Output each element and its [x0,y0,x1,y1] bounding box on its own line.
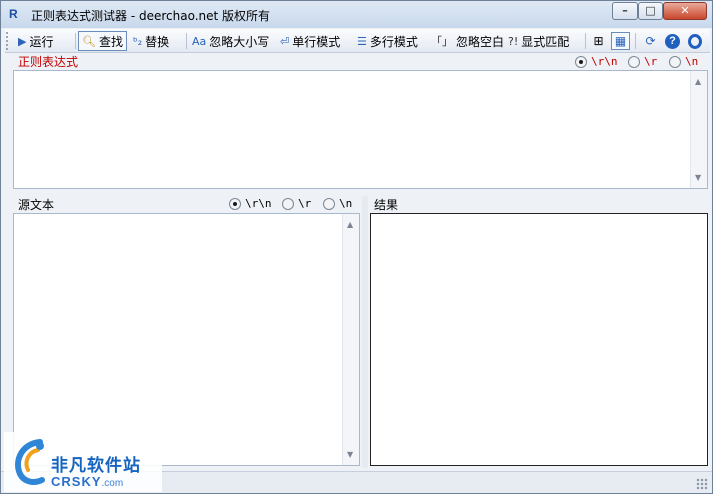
toolbar-divider [635,33,636,49]
multi-line-button[interactable]: ☰ 多行模式 [354,31,421,51]
source-scrollbar[interactable]: ▲ ▼ [342,214,359,465]
find-button[interactable]: 🔍︎ 查找 [78,31,127,51]
replace-label: 替换 [145,34,170,49]
source-newline-lf-label: \n [339,197,353,210]
tree-view-button[interactable]: ⊞ [589,32,608,50]
toolbar: ▶ 运行 🔍︎ 查找 ᵇ₂ 替换 Aa 忽略大小写 ⏎ 单行模式 ☰ 多行模式 … [5,29,710,53]
refresh-icon: ⟳ [645,34,656,48]
watermark-en: CRSKY.com [51,474,123,489]
refresh-button[interactable]: ⟳ [641,32,660,50]
scroll-down-icon[interactable]: ▼ [347,450,353,459]
single-line-label: 单行模式 [292,34,341,49]
single-line-button[interactable]: ⏎ 单行模式 [277,31,343,51]
help-button[interactable]: ? [663,32,682,50]
ignore-case-label: 忽略大小写 [209,34,270,49]
watermark-cn: 非凡软件站 [51,456,141,476]
radio-icon [229,197,241,210]
info-button[interactable] [685,32,704,50]
regex-newline-lf[interactable]: \n [669,55,698,68]
grid-view-icon: ▦ [614,34,627,48]
run-label: 运行 [29,34,54,49]
crsky-logo-icon [15,439,45,485]
radio-icon [282,197,294,210]
scroll-up-icon[interactable]: ▲ [695,77,701,86]
scroll-down-icon[interactable]: ▼ [695,173,701,182]
source-newline-cr-label: \r [298,197,312,210]
case-icon: Aa [192,34,207,48]
replace-icon: ᵇ₂ [133,34,143,48]
source-newline-lf[interactable]: \n [323,197,352,210]
ignore-case-button[interactable]: Aa 忽略大小写 [189,31,272,51]
ignore-whitespace-button[interactable]: 「」 忽略空白 [428,31,507,51]
explicit-capture-button[interactable]: ?! 显式匹配 [505,31,572,51]
close-button[interactable]: ✕ [663,2,707,20]
resize-grip-icon[interactable] [696,478,708,490]
info-icon [687,33,702,49]
multi-line-icon: ☰ [357,34,367,48]
watermark-en-main: CRSKY [51,474,102,489]
source-newline-crlf[interactable]: \r\n [229,197,272,210]
regex-newline-crlf[interactable]: \r\n [575,55,618,68]
regex-input[interactable]: ▲ ▼ [13,70,708,189]
regex-newline-cr[interactable]: \r [628,55,657,68]
multi-line-label: 多行模式 [369,34,418,49]
explicit-capture-label: 显式匹配 [521,34,570,49]
regex-newline-cr-label: \r [644,55,658,68]
replace-button[interactable]: ᵇ₂ 替换 [130,31,172,51]
find-label: 查找 [98,34,123,49]
maximize-button[interactable]: □ [638,2,663,20]
minimize-icon: – [622,4,628,17]
whitespace-icon: 「」 [431,35,453,48]
close-icon: ✕ [680,4,690,17]
results-label: 结果 [374,198,399,212]
regex-newline-crlf-label: \r\n [591,55,618,68]
toolbar-divider [186,33,187,49]
window-title: 正则表达式测试器 - deerchao.net 版权所有 [31,9,271,23]
toolbar-divider [585,33,586,49]
source-label: 源文本 [18,198,55,212]
pane-splitter[interactable] [362,196,368,468]
title-bar[interactable]: R 正则表达式测试器 - deerchao.net 版权所有 – □ ✕ [1,1,712,28]
magnifier-icon: 🔍︎ [82,34,96,48]
regex-scrollbar[interactable]: ▲ ▼ [690,71,707,188]
results-panel[interactable] [370,213,708,466]
maximize-icon: □ [645,4,656,17]
play-icon: ▶ [18,34,27,48]
grid-view-button[interactable]: ▦ [611,32,630,50]
tree-view-icon: ⊞ [593,34,604,48]
explicit-capture-icon: ?! [508,34,519,48]
radio-icon [575,55,587,68]
main-window: R 正则表达式测试器 - deerchao.net 版权所有 – □ ✕ ▶ 运… [0,0,713,494]
help-icon: ? [665,33,680,49]
source-newline-cr[interactable]: \r [282,197,311,210]
source-text-input[interactable]: ▲ ▼ [13,213,360,466]
single-line-icon: ⏎ [280,34,290,48]
source-newline-crlf-label: \r\n [245,197,272,210]
regex-label: 正则表达式 [18,55,79,69]
regex-newline-lf-label: \n [685,55,699,68]
toolbar-grip[interactable] [6,32,9,50]
minimize-button[interactable]: – [612,2,638,20]
watermark: 非凡软件站 CRSKY.com [4,432,162,492]
radio-icon [669,55,681,68]
watermark-en-suffix: .com [101,478,124,489]
radio-icon [628,55,640,68]
app-icon: R [9,7,18,21]
toolbar-divider [75,33,76,49]
radio-icon [323,197,335,210]
scroll-up-icon[interactable]: ▲ [347,220,353,229]
run-button[interactable]: ▶ 运行 [15,31,56,51]
ignore-whitespace-label: 忽略空白 [456,34,505,49]
